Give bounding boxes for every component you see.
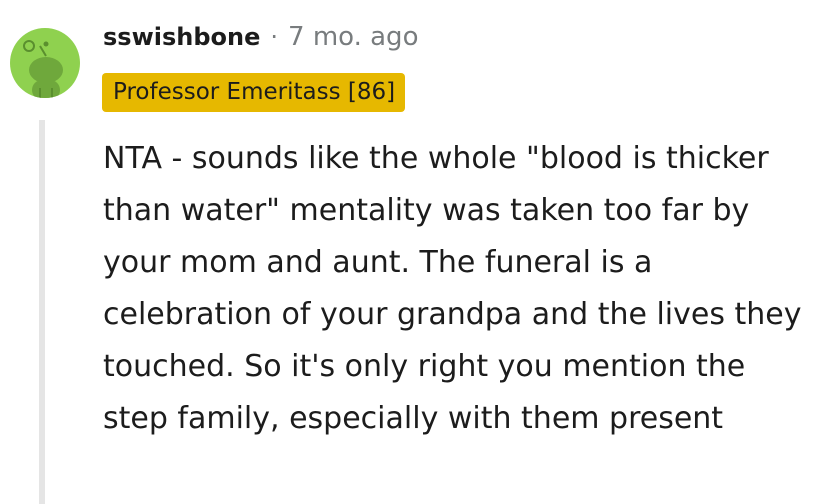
user-flair: Professor Emeritass [86] (102, 73, 406, 112)
comment: sswishbone · 7 mo. ago Professor Emerita… (0, 0, 822, 504)
comment-timestamp[interactable]: 7 mo. ago (288, 22, 418, 52)
username-link[interactable]: sswishbone (103, 23, 260, 51)
snoo-avatar-icon (23, 40, 63, 98)
meta-separator: · (270, 23, 279, 51)
user-avatar[interactable] (10, 28, 80, 98)
thread-collapse-line[interactable] (39, 120, 45, 504)
comment-header: sswishbone · 7 mo. ago (103, 22, 418, 52)
comment-body: NTA - sounds like the whole "blood is th… (103, 141, 802, 436)
